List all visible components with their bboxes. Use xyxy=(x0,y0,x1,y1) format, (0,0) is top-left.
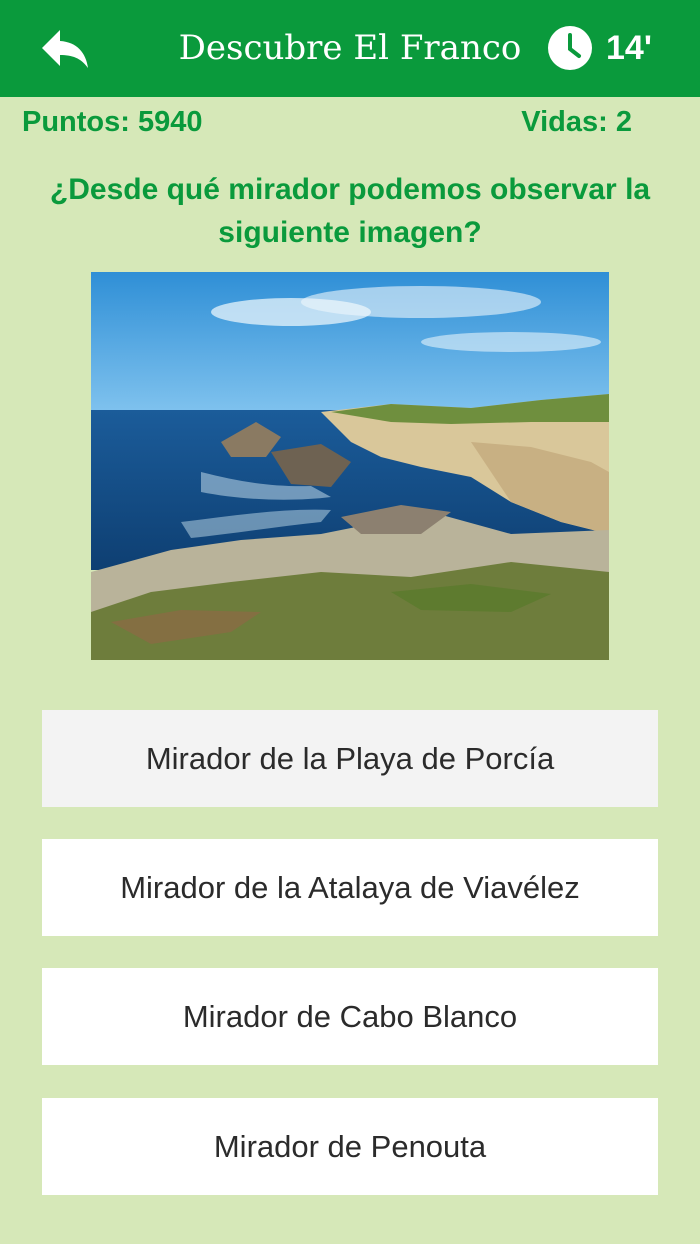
answer-label: Mirador de Penouta xyxy=(213,1128,487,1164)
answer-label: Mirador de la Playa de Porcía xyxy=(145,740,555,776)
points-counter: Puntos: 5940 xyxy=(22,106,203,138)
timer-value: 14' xyxy=(606,29,652,67)
answer-label: Mirador de Cabo Blanco xyxy=(182,998,518,1034)
clock-icon xyxy=(548,26,592,70)
answer-label: Mirador de la Atalaya de Viavélez xyxy=(120,869,580,905)
app-title: Descubre El Franco xyxy=(178,28,522,68)
top-bar: Descubre El Franco 14' xyxy=(0,0,700,97)
back-arrow-icon xyxy=(42,30,88,68)
answer-option-4[interactable]: Mirador de Penouta xyxy=(42,1098,658,1195)
back-button[interactable] xyxy=(38,26,92,72)
question-image xyxy=(91,272,609,660)
answer-option-2[interactable]: Mirador de la Atalaya de Viavélez xyxy=(42,839,658,936)
question-text: ¿Desde qué mirador podemos observar la s… xyxy=(49,173,651,249)
answer-option-3[interactable]: Mirador de Cabo Blanco xyxy=(42,968,658,1065)
lives-counter: Vidas: 2 xyxy=(521,106,632,138)
answer-option-1[interactable]: Mirador de la Playa de Porcía xyxy=(42,710,658,807)
